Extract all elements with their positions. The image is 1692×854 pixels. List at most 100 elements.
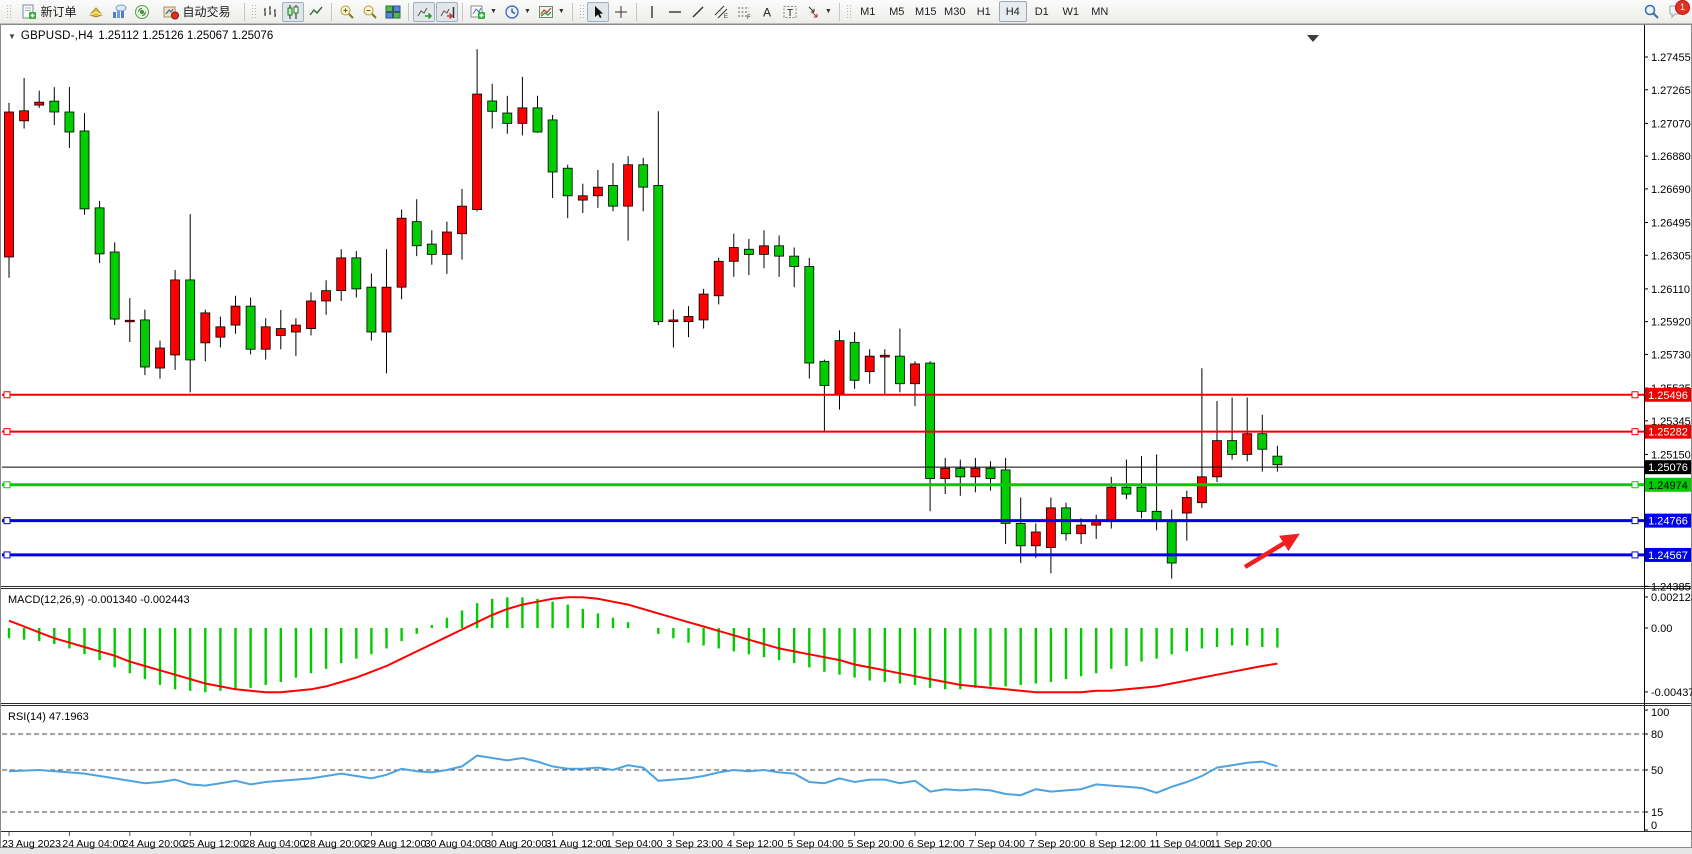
hline-handle[interactable] xyxy=(4,482,10,488)
tile-windows-button[interactable] xyxy=(382,2,404,22)
candle-body xyxy=(201,313,210,343)
candle-body xyxy=(473,94,482,210)
candle-body xyxy=(337,258,346,291)
toolbar-grip[interactable] xyxy=(846,4,851,20)
candle-body xyxy=(246,306,255,349)
svg-text:1 Sep 04:00: 1 Sep 04:00 xyxy=(606,838,663,850)
hline-handle[interactable] xyxy=(1632,392,1638,398)
timeframe-button-M30[interactable]: M30 xyxy=(941,1,969,22)
channel-tool-button[interactable]: E xyxy=(710,2,732,22)
candle-body xyxy=(50,101,59,112)
cursor-tool-button[interactable] xyxy=(587,2,609,22)
candle-body xyxy=(322,291,331,301)
arrows-icon xyxy=(805,4,821,20)
candlestick-chart-button[interactable] xyxy=(282,2,304,22)
hline-handle[interactable] xyxy=(4,552,10,558)
crosshair-tool-button[interactable] xyxy=(610,2,632,22)
candle-body xyxy=(805,266,814,363)
chart-shift-button[interactable] xyxy=(436,2,458,22)
toolbar-grip[interactable] xyxy=(6,4,11,20)
hline-handle[interactable] xyxy=(4,429,10,435)
auto-scroll-button[interactable] xyxy=(413,2,435,22)
candle-body xyxy=(1182,498,1191,514)
candle-body xyxy=(488,101,497,111)
candle-body xyxy=(684,316,693,321)
trendline-tool-button[interactable] xyxy=(687,2,709,22)
timeframe-button-D1[interactable]: D1 xyxy=(1028,1,1056,22)
svg-text:8 Sep 12:00: 8 Sep 12:00 xyxy=(1089,838,1146,850)
svg-text:1.27265: 1.27265 xyxy=(1651,85,1691,97)
fibonacci-tool-button[interactable]: F xyxy=(733,2,755,22)
new-order-icon xyxy=(21,4,37,20)
hline-handle[interactable] xyxy=(4,392,10,398)
zoom-out-button[interactable] xyxy=(359,2,381,22)
text-icon: A xyxy=(759,4,775,20)
hline-handle[interactable] xyxy=(1632,482,1638,488)
svg-text:1.24974: 1.24974 xyxy=(1648,480,1688,492)
arrows-tool-button[interactable]: ▼ xyxy=(802,2,835,22)
candle-body xyxy=(1197,477,1206,503)
fibonacci-icon: F xyxy=(736,4,752,20)
candle-body xyxy=(95,208,104,254)
autotrading-button[interactable]: 自动交易 xyxy=(154,2,240,22)
candle-body xyxy=(669,320,678,322)
candle-body xyxy=(880,355,889,357)
svg-text:A: A xyxy=(763,5,771,19)
price-tag-1.25076: 1.25076 xyxy=(1645,460,1691,474)
signals-button[interactable] xyxy=(131,2,153,22)
zoom-in-button[interactable] xyxy=(336,2,358,22)
candle-body xyxy=(35,102,44,105)
toolbar-grip[interactable] xyxy=(579,4,584,20)
svg-text:30 Aug 20:00: 30 Aug 20:00 xyxy=(485,838,547,850)
timeframe-button-M15[interactable]: M15 xyxy=(912,1,940,22)
chat-button[interactable]: 1 xyxy=(1664,2,1688,22)
svg-text:1.25150: 1.25150 xyxy=(1651,449,1691,461)
hline-handle[interactable] xyxy=(4,518,10,524)
periods-menu-button[interactable]: ▼ xyxy=(501,2,534,22)
toolbar-separator xyxy=(462,3,463,21)
svg-text:11 Sep 04:00: 11 Sep 04:00 xyxy=(1150,838,1212,850)
text-tool-button[interactable]: A xyxy=(756,2,778,22)
svg-text:1.25730: 1.25730 xyxy=(1651,349,1691,361)
hline-handle[interactable] xyxy=(1632,552,1638,558)
vertical-line-tool-button[interactable] xyxy=(641,2,663,22)
svg-text:11 Sep 20:00: 11 Sep 20:00 xyxy=(1210,838,1272,850)
auto-scroll-icon xyxy=(416,4,432,20)
candle-body xyxy=(291,325,300,332)
templates-menu-button[interactable]: ▼ xyxy=(535,2,568,22)
line-chart-button[interactable] xyxy=(305,2,327,22)
timeframe-button-MN[interactable]: MN xyxy=(1086,1,1114,22)
one-click-trading-toggle[interactable]: ▼ xyxy=(8,32,16,41)
hline-handle[interactable] xyxy=(1632,518,1638,524)
search-button[interactable] xyxy=(1640,2,1663,22)
chart-canvas[interactable]: 1.274551.272651.270701.268801.266901.264… xyxy=(0,24,1692,854)
timeframe-button-H1[interactable]: H1 xyxy=(970,1,998,22)
timeframe-button-W1[interactable]: W1 xyxy=(1057,1,1085,22)
indicators-menu-button[interactable]: ▼ xyxy=(467,2,500,22)
strategy-tester-button[interactable] xyxy=(108,2,130,22)
quotes-button[interactable] xyxy=(85,2,107,22)
autotrading-label: 自动交易 xyxy=(182,3,230,20)
toolbar-grip[interactable] xyxy=(251,4,256,20)
label-tool-button[interactable]: T xyxy=(779,2,801,22)
hline-handle[interactable] xyxy=(1632,429,1638,435)
mt4-application-window: 新订单 xyxy=(0,0,1692,854)
timeframe-button-M1[interactable]: M1 xyxy=(854,1,882,22)
svg-text:50: 50 xyxy=(1651,765,1663,777)
horizontal-line-tool-button[interactable] xyxy=(664,2,686,22)
bar-chart-button[interactable] xyxy=(259,2,281,22)
price-tag-1.25282: 1.25282 xyxy=(1645,425,1691,439)
svg-text:80: 80 xyxy=(1651,729,1663,741)
candle-body xyxy=(941,468,950,478)
indicators-icon xyxy=(470,4,486,20)
chart-frame xyxy=(0,24,1692,854)
svg-text:1.26110: 1.26110 xyxy=(1651,284,1690,296)
svg-text:F: F xyxy=(747,15,751,20)
timeframe-button-M5[interactable]: M5 xyxy=(883,1,911,22)
svg-text:1.25496: 1.25496 xyxy=(1648,390,1688,402)
new-order-button[interactable]: 新订单 xyxy=(14,2,84,22)
chat-unread-badge: 1 xyxy=(1675,0,1690,15)
candle-body xyxy=(518,108,527,124)
candle-body xyxy=(231,306,240,325)
timeframe-button-H4[interactable]: H4 xyxy=(999,1,1027,22)
